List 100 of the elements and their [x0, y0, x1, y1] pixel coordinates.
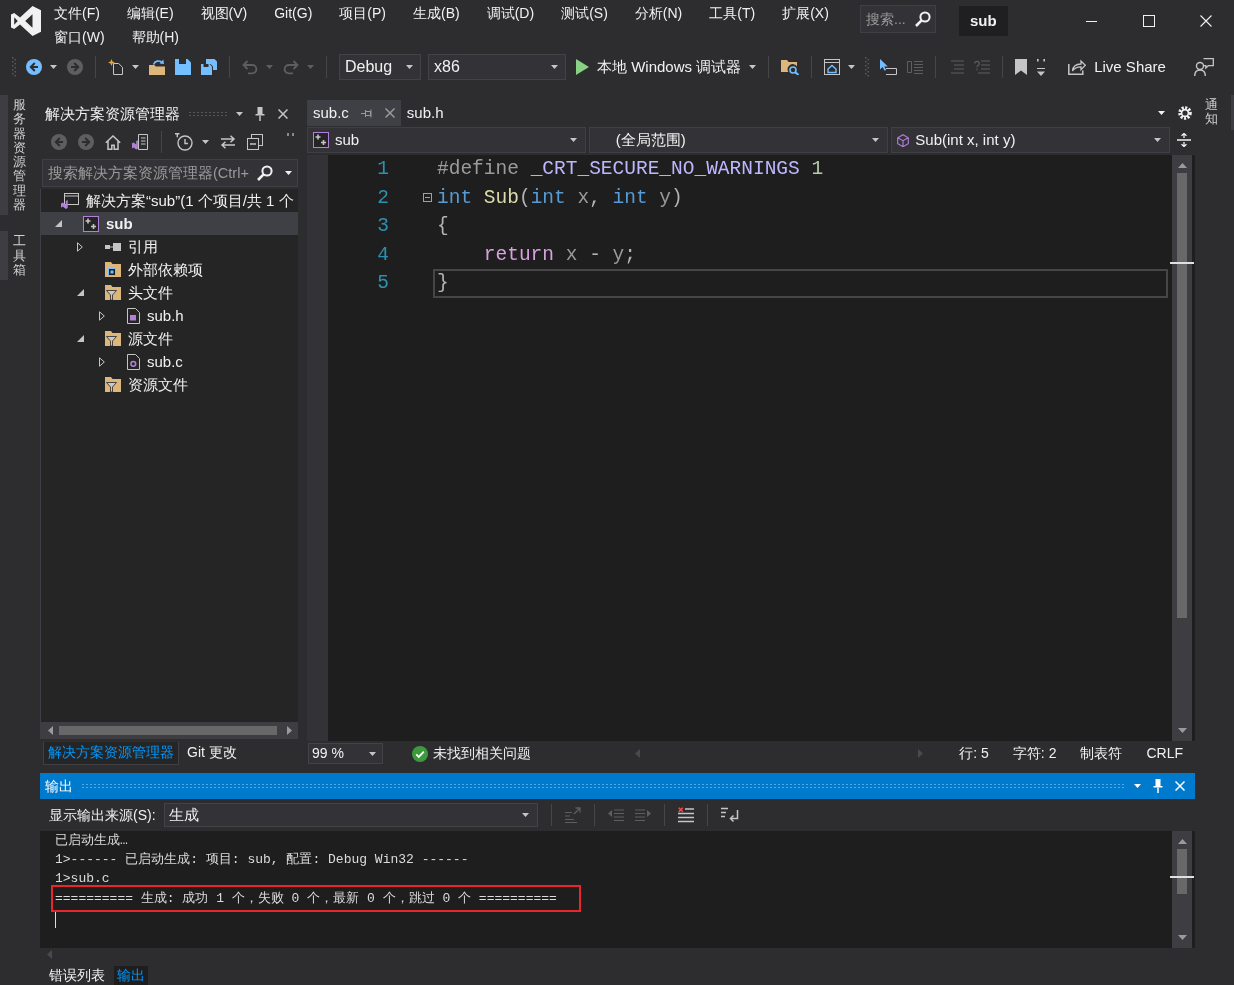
vs-logo-icon[interactable] [11, 6, 41, 36]
settings-icon[interactable] [1178, 106, 1192, 120]
solution-views-icon[interactable] [132, 134, 148, 150]
tree-item[interactable]: sub.h [41, 304, 298, 327]
scroll-up-icon[interactable] [1177, 163, 1187, 168]
caret-icon[interactable] [551, 65, 558, 69]
collapse-all-icon[interactable] [247, 134, 263, 150]
menu-item[interactable]: 扩展(X) [782, 2, 829, 25]
toolbar-options-icon[interactable] [1037, 58, 1046, 76]
tab[interactable]: Git 更改 [183, 742, 241, 765]
collapse-icon[interactable] [423, 193, 432, 203]
save-icon[interactable] [175, 59, 191, 75]
menu-item[interactable]: 测试(S) [561, 2, 608, 25]
minimize-icon[interactable] [1086, 20, 1097, 22]
expanded-arrow-icon[interactable] [76, 289, 84, 296]
code-editor[interactable]: 1 #define _CRT_SECURE_NO_WARNINGS 1 2 int Sub(int x, int y) 3 { 4 return x - y; 5 } [307, 155, 1195, 741]
menu-item[interactable]: Git(G) [274, 2, 313, 25]
sync-icon[interactable] [220, 135, 236, 149]
open-folder-icon[interactable] [149, 59, 165, 75]
tree-item[interactable]: 外部依赖项 [41, 258, 298, 281]
search-icon[interactable] [915, 11, 931, 27]
browser-icon[interactable] [824, 59, 841, 75]
caret-icon[interactable] [749, 65, 757, 69]
dropdown[interactable]: Sub(int x, int y) [891, 127, 1170, 153]
caret-icon[interactable] [50, 65, 57, 69]
caret-icon[interactable] [848, 65, 856, 69]
side-tab[interactable]: 工具箱 [0, 231, 26, 281]
menu-item[interactable]: 生成(B) [413, 2, 460, 25]
split-window-icon[interactable] [1177, 133, 1191, 147]
expanded-arrow-icon[interactable] [54, 220, 62, 227]
live-share-button[interactable]: Live Share [1068, 57, 1166, 77]
caret-icon[interactable] [202, 140, 209, 144]
tree-item[interactable]: 引用 [41, 235, 298, 258]
scroll-right-icon[interactable] [287, 726, 292, 735]
vertical-scrollbar[interactable] [1172, 831, 1192, 948]
toolbar-overflow-icon[interactable] [287, 133, 294, 136]
new-item-icon[interactable] [108, 59, 124, 75]
tab[interactable]: sub.h [400, 100, 450, 126]
dropdown[interactable]: Debug [339, 54, 421, 80]
menu-item[interactable]: 分析(N) [634, 2, 683, 25]
close-icon[interactable] [278, 108, 288, 119]
dropdown[interactable]: (全局范围) [588, 127, 889, 153]
menu-item[interactable]: 窗口(W) [54, 26, 105, 49]
scrollbar-thumb[interactable] [1177, 849, 1187, 894]
feedback-icon[interactable] [1193, 58, 1214, 76]
tab[interactable]: 输出 [114, 966, 148, 985]
bookmark-icon[interactable] [1015, 59, 1028, 75]
expanded-arrow-icon[interactable] [76, 335, 84, 342]
search-field[interactable]: 搜索解决方案资源管理器(Ctrl+ [42, 159, 298, 187]
scroll-down-icon[interactable] [1177, 935, 1187, 940]
tab[interactable]: 错误列表 [46, 966, 108, 985]
collapsed-arrow-icon[interactable] [99, 356, 105, 367]
history-icon[interactable] [175, 133, 193, 151]
pin-icon[interactable] [360, 108, 373, 118]
vertical-scrollbar[interactable] [1172, 155, 1192, 741]
pin-icon[interactable] [255, 106, 265, 121]
menu-item[interactable]: 帮助(H) [131, 26, 179, 49]
horizontal-scrollbar[interactable] [40, 722, 298, 739]
caret-icon[interactable] [872, 138, 880, 142]
issues-indicator[interactable]: 未找到相关问题 [412, 744, 531, 763]
clear-all-icon[interactable] [677, 807, 694, 823]
collapsed-arrow-icon[interactable] [77, 241, 83, 252]
scroll-down-icon[interactable] [1177, 728, 1187, 733]
menu-item[interactable]: 视图(V) [200, 2, 248, 25]
dropdown[interactable]: x86 [428, 54, 566, 80]
menu-item[interactable]: 工具(T) [709, 2, 756, 25]
start-debugging-button[interactable]: 本地 Windows 调试器 [576, 57, 757, 77]
caret-icon[interactable] [1158, 111, 1165, 115]
dropdown[interactable]: 生成 [163, 803, 538, 827]
tree-item[interactable]: 源文件 [41, 327, 298, 350]
tree-item[interactable]: sub.c [41, 350, 298, 373]
scrollbar-thumb[interactable] [59, 726, 277, 735]
menu-item[interactable]: 项目(P) [339, 2, 386, 25]
menu-item[interactable]: 调试(D) [486, 2, 535, 25]
scroll-up-icon[interactable] [1177, 839, 1187, 844]
grip-icon[interactable] [12, 57, 16, 77]
caret-icon[interactable] [285, 171, 292, 175]
tree-item[interactable]: 头文件 [41, 281, 298, 304]
dropdown[interactable]: sub [307, 127, 586, 153]
caret-icon[interactable] [1154, 138, 1161, 142]
grip-icon[interactable] [865, 57, 870, 77]
folder-search-icon[interactable] [781, 59, 800, 75]
search-field[interactable]: 搜索... [860, 5, 936, 33]
back-icon[interactable] [26, 59, 42, 75]
caret-icon[interactable] [369, 751, 376, 756]
pin-icon[interactable] [1153, 779, 1163, 793]
tree-item[interactable]: 资源文件 [41, 373, 298, 396]
save-all-icon[interactable] [201, 59, 217, 75]
menu-item[interactable]: 文件(F) [54, 2, 100, 25]
maximize-icon[interactable] [1142, 15, 1155, 27]
tree-item[interactable]: sub [41, 212, 298, 235]
caret-icon[interactable] [521, 813, 529, 817]
collapsed-arrow-icon[interactable] [99, 310, 105, 321]
tree-item[interactable]: 解决方案“sub”(1 个项目/共 1 个 [41, 189, 298, 212]
cursor-icon[interactable] [879, 59, 898, 75]
caret-icon[interactable] [236, 111, 243, 116]
caret-icon[interactable] [406, 65, 413, 69]
tab[interactable]: sub.c [307, 100, 401, 126]
caret-icon[interactable] [132, 65, 139, 69]
menu-item[interactable]: 编辑(E) [126, 2, 174, 25]
